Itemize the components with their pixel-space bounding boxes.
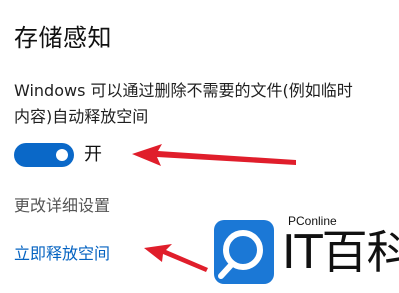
- annotation-arrow-free-space: [144, 244, 208, 272]
- magnifier-logo-icon: [214, 220, 274, 284]
- watermark-brand: IT百科: [282, 225, 399, 279]
- storage-sense-toggle[interactable]: [14, 143, 74, 167]
- storage-sense-description: Windows 可以通过删除不需要的文件(例如临时 内容)自动释放空间: [14, 78, 399, 130]
- annotation-arrow-toggle: [132, 144, 296, 166]
- storage-sense-panel: 存储感知 Windows 可以通过删除不需要的文件(例如临时 内容)自动释放空间…: [0, 0, 399, 293]
- free-up-space-link[interactable]: 立即释放空间: [14, 243, 110, 265]
- description-line-2: 内容)自动释放空间: [14, 107, 149, 126]
- description-line-1: Windows 可以通过删除不需要的文件(例如临时: [14, 81, 353, 100]
- toggle-knob: [56, 149, 68, 161]
- change-settings-link[interactable]: 更改详细设置: [14, 195, 110, 217]
- page-title: 存储感知: [14, 24, 112, 52]
- watermark: PConline IT百科: [210, 210, 399, 293]
- toggle-state-label: 开: [84, 144, 102, 165]
